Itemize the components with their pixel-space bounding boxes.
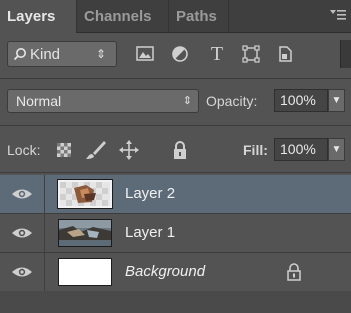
layer-name[interactable]: Layer 1 [125,214,175,252]
smart-object-filter-icon[interactable] [272,42,298,66]
layer-name[interactable]: Layer 2 [125,175,175,213]
opacity-label: Opacity: [206,93,258,109]
eye-icon[interactable] [10,225,34,241]
column-divider [44,175,45,213]
tab-paths[interactable]: Paths [169,0,229,32]
layer-row-background[interactable]: Background [0,253,351,291]
blend-mode-value: Normal [16,93,62,109]
divider [0,125,351,126]
layers-panel: Layers Channels Paths Kind ⇕ T Normal ⇕ … [0,0,351,313]
lock-transparent-icon[interactable] [52,139,76,161]
layer-thumbnail [58,219,112,247]
layer-thumbnail [57,179,113,209]
search-icon [13,47,27,66]
lock-image-icon[interactable] [84,139,108,161]
tab-layers[interactable]: Layers [0,0,77,33]
opacity-dropdown-button[interactable]: ▼ [328,89,345,112]
chevron-updown-icon: ⇕ [182,95,192,107]
fill-label: Fill: [243,142,268,158]
panel-menu-icon[interactable] [329,6,347,24]
tab-channels[interactable]: Channels [77,0,169,32]
filter-kind-label: Kind [30,46,61,63]
type-filter-icon[interactable]: T [204,42,230,66]
eye-icon[interactable] [10,186,34,202]
eye-icon[interactable] [10,264,34,280]
pixel-filter-icon[interactable] [132,42,158,66]
layer-list-empty-area [0,291,351,313]
lock-position-icon[interactable] [117,139,141,161]
fill-dropdown-button[interactable]: ▼ [328,138,345,161]
lock-all-icon[interactable] [168,139,192,161]
layer-thumbnail [58,258,112,286]
layer-row-layer-2[interactable]: Layer 2 [0,175,351,213]
layer-name[interactable]: Background [125,253,205,291]
blend-mode-select[interactable]: Normal ⇕ [7,89,199,113]
opacity-input[interactable]: 100% [274,89,328,112]
lock-icon [285,262,303,282]
divider [0,78,351,79]
shape-filter-icon[interactable] [238,42,264,66]
filter-kind-select[interactable]: Kind ⇕ [7,41,117,67]
divider [0,172,351,173]
lock-label: Lock: [7,142,41,158]
layer-row-layer-1[interactable]: Layer 1 [0,214,351,252]
panel-tab-bar: Layers Channels Paths [0,0,351,33]
column-divider [44,253,45,291]
chevron-updown-icon: ⇕ [95,47,106,61]
filter-toggle-switch[interactable] [340,40,351,68]
column-divider [44,214,45,252]
adjustment-filter-icon[interactable] [167,42,193,66]
fill-input[interactable]: 100% [274,138,328,161]
